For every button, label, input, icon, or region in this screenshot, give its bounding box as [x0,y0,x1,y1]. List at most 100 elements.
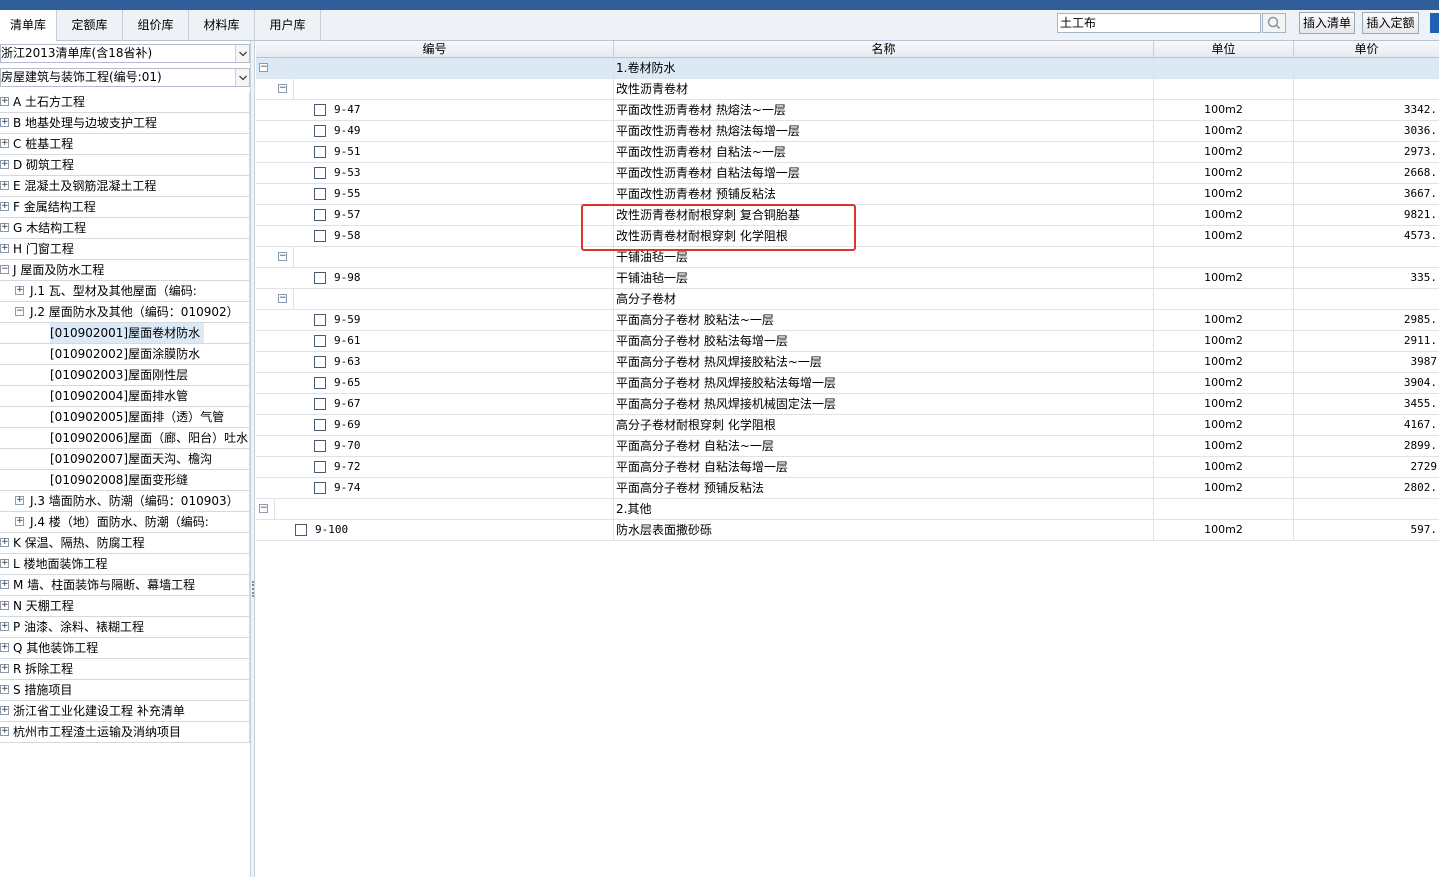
table-row[interactable]: 9-51 平面改性沥青卷材 自粘法~一层 100m2 2973. [256,142,1439,163]
tree-node[interactable]: + J.4 楼（地）面防水、防潮（编码: [0,512,250,533]
expand-icon[interactable]: + [0,139,9,148]
column-header-price[interactable]: 单价 [1294,41,1439,58]
expand-icon[interactable]: + [0,643,9,652]
table-row[interactable]: 9-100 防水层表面撒砂砾 100m2 597. [256,520,1439,541]
collapse-icon[interactable]: − [259,63,268,72]
table-row[interactable]: 9-57 改性沥青卷材耐根穿刺 复合铜胎基 100m2 9821. [256,205,1439,226]
tree-node[interactable]: + K 保温、隔热、防腐工程 [0,533,250,554]
tree-node[interactable]: + N 天棚工程 [0,596,250,617]
expand-icon[interactable]: + [0,622,9,631]
row-checkbox[interactable] [314,125,326,137]
row-checkbox[interactable] [314,440,326,452]
table-row[interactable]: 9-70 平面高分子卷材 自粘法~一层 100m2 2899. [256,436,1439,457]
row-checkbox[interactable] [314,398,326,410]
expand-icon[interactable]: + [0,202,9,211]
table-row[interactable]: 9-67 平面高分子卷材 热风焊接机械固定法一层 100m2 3455. [256,394,1439,415]
expand-icon[interactable]: + [0,244,9,253]
row-checkbox[interactable] [314,104,326,116]
expand-icon[interactable]: + [0,118,9,127]
row-checkbox[interactable] [314,482,326,494]
chevron-down-icon[interactable] [235,45,249,62]
panel-toggle-button[interactable] [1430,13,1439,33]
tree-node[interactable]: [010902007]屋面天沟、檐沟 [0,449,250,470]
table-row[interactable]: 9-61 平面高分子卷材 胶粘法每增一层 100m2 2911. [256,331,1439,352]
expand-icon[interactable]: + [0,685,9,694]
tree-node[interactable]: [010902008]屋面变形缝 [0,470,250,491]
insert-list-button[interactable]: 插入清单 [1299,12,1355,34]
collapse-icon[interactable]: − [0,265,9,274]
tab-user-library[interactable]: 用户库 [255,10,321,41]
tree-node[interactable]: [010902002]屋面涂膜防水 [0,344,250,365]
tab-pricing-library[interactable]: 组价库 [123,10,189,41]
expand-icon[interactable]: + [0,97,9,106]
tree-node[interactable]: + P 油漆、涂料、裱糊工程 [0,617,250,638]
tree-node[interactable]: + C 桩基工程 [0,134,250,155]
tree-node[interactable]: + L 楼地面装饰工程 [0,554,250,575]
table-row[interactable]: 9-53 平面改性沥青卷材 自粘法每增一层 100m2 2668. [256,163,1439,184]
expand-icon[interactable]: + [0,664,9,673]
tab-list-library[interactable]: 清单库 [0,10,57,41]
tree-node[interactable]: + S 措施项目 [0,680,250,701]
tree-node[interactable]: + E 混凝土及钢筋混凝土工程 [0,176,250,197]
expand-icon[interactable]: + [0,181,9,190]
tree-node[interactable]: + 杭州市工程渣土运输及消纳项目 [0,722,250,743]
tree-node[interactable]: + J.3 墙面防水、防潮（编码：010903） [0,491,250,512]
collapse-icon[interactable]: − [278,252,287,261]
table-row[interactable]: 9-74 平面高分子卷材 预铺反粘法 100m2 2802. [256,478,1439,499]
tree-node[interactable]: + Q 其他装饰工程 [0,638,250,659]
row-checkbox[interactable] [314,230,326,242]
tree-node[interactable]: − J.2 屋面防水及其他（编码：010902） [0,302,250,323]
collapse-icon[interactable]: − [278,84,287,93]
table-row[interactable]: 9-65 平面高分子卷材 热风焊接胶粘法每增一层 100m2 3904. [256,373,1439,394]
project-type-select[interactable]: 房屋建筑与装饰工程(编号:01) [0,68,250,87]
group-row[interactable]: − 高分子卷材 [256,289,1439,310]
tree-node[interactable]: [010902006]屋面（廊、阳台）吐水 [0,428,250,449]
tree-node[interactable]: + M 墙、柱面装饰与隔断、幕墙工程 [0,575,250,596]
collapse-icon[interactable]: − [15,307,24,316]
tree-node[interactable]: + D 砌筑工程 [0,155,250,176]
expand-icon[interactable]: + [15,286,24,295]
insert-quota-button[interactable]: 插入定额 [1362,12,1419,34]
table-row[interactable]: 9-58 改性沥青卷材耐根穿刺 化学阻根 100m2 4573. [256,226,1439,247]
expand-icon[interactable]: + [0,160,9,169]
column-header-name[interactable]: 名称 [614,41,1154,58]
tree-node[interactable]: − J 屋面及防水工程 [0,260,250,281]
expand-icon[interactable]: + [0,601,9,610]
panel-splitter[interactable] [250,41,255,877]
row-checkbox[interactable] [314,188,326,200]
tree-node[interactable]: + R 拆除工程 [0,659,250,680]
row-checkbox[interactable] [314,272,326,284]
row-checkbox[interactable] [314,335,326,347]
table-row[interactable]: 9-47 平面改性沥青卷材 热熔法~一层 100m2 3342. [256,100,1439,121]
library-select[interactable]: 浙江2013清单库(含18省补) [0,44,250,63]
expand-icon[interactable]: + [15,517,24,526]
expand-icon[interactable]: + [0,580,9,589]
table-row[interactable]: 9-55 平面改性沥青卷材 预铺反粘法 100m2 3667. [256,184,1439,205]
row-checkbox[interactable] [314,314,326,326]
table-row[interactable]: 9-49 平面改性沥青卷材 热熔法每增一层 100m2 3036. [256,121,1439,142]
tree-node[interactable]: + A 土石方工程 [0,92,250,113]
table-row[interactable]: 9-69 高分子卷材耐根穿刺 化学阻根 100m2 4167. [256,415,1439,436]
tree-node[interactable]: + J.1 瓦、型材及其他屋面（编码: [0,281,250,302]
tab-quota-library[interactable]: 定额库 [57,10,123,41]
table-row[interactable]: 9-98 干铺油毡一层 100m2 335. [256,268,1439,289]
row-checkbox[interactable] [314,209,326,221]
tree-node[interactable]: [010902004]屋面排水管 [0,386,250,407]
collapse-icon[interactable]: − [278,294,287,303]
tree-node[interactable]: + H 门窗工程 [0,239,250,260]
tree-node[interactable]: [010902003]屋面刚性层 [0,365,250,386]
group-row[interactable]: − 改性沥青卷材 [256,79,1439,100]
row-checkbox[interactable] [314,419,326,431]
expand-icon[interactable]: + [0,706,9,715]
table-row[interactable]: 9-59 平面高分子卷材 胶粘法~一层 100m2 2985. [256,310,1439,331]
table-row[interactable]: 9-72 平面高分子卷材 自粘法每增一层 100m2 2729 [256,457,1439,478]
group-row[interactable]: − 1.卷材防水 [256,58,1439,79]
tree-node[interactable]: + F 金属结构工程 [0,197,250,218]
expand-icon[interactable]: + [0,223,9,232]
tree-node[interactable]: + 浙江省工业化建设工程 补充清单 [0,701,250,722]
column-header-code[interactable]: 编号 [256,41,614,58]
tree-node[interactable]: [010902001]屋面卷材防水 [0,323,250,344]
expand-icon[interactable]: + [0,538,9,547]
group-row[interactable]: − 2.其他 [256,499,1439,520]
search-button[interactable] [1262,13,1286,33]
